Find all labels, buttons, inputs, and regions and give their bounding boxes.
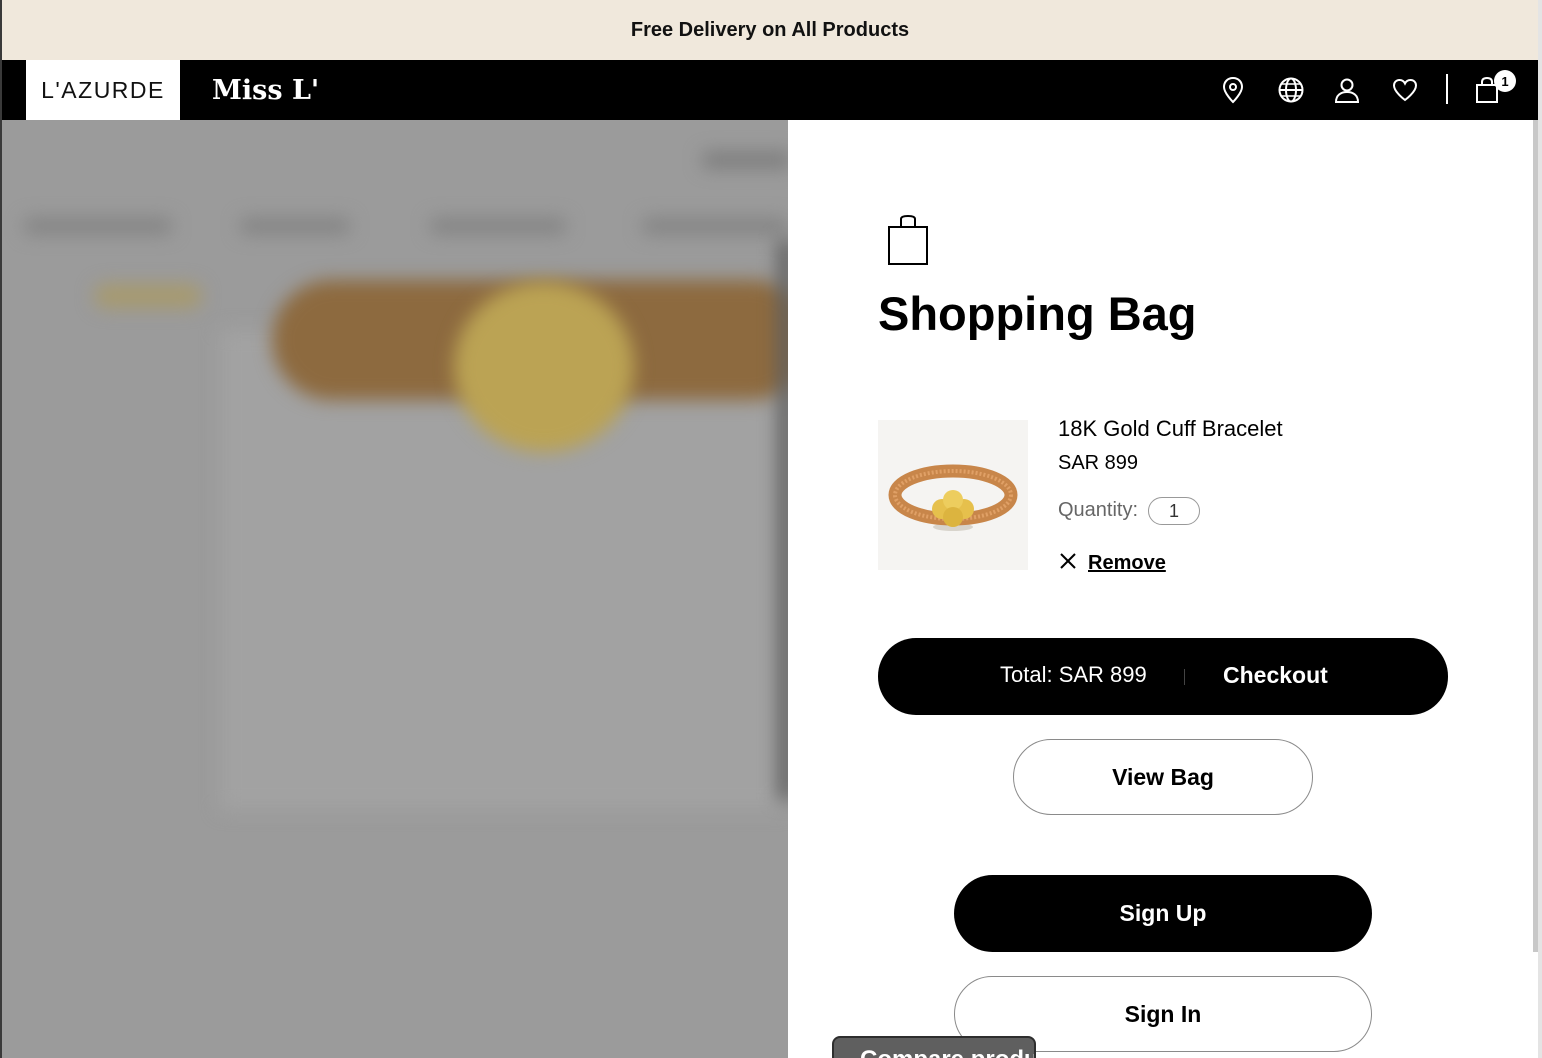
sub-brand-logo-text: Miss L' — [212, 74, 320, 106]
compare-product-label: Compare product — [860, 1046, 1034, 1058]
shopping-bag-icon — [886, 214, 930, 266]
blurred-breadcrumb — [702, 152, 788, 168]
brand-logo[interactable]: L'AZURDE — [26, 60, 180, 120]
location-icon[interactable] — [1217, 74, 1249, 106]
blurred-nav-item — [642, 218, 788, 234]
promo-bar: Free Delivery on All Products — [2, 0, 1538, 60]
product-name[interactable]: 18K Gold Cuff Bracelet — [1058, 416, 1283, 442]
blurred-nav-item — [240, 218, 350, 234]
remove-button[interactable]: Remove — [1058, 551, 1166, 576]
view-bag-button[interactable]: View Bag — [1013, 739, 1313, 815]
heart-icon[interactable] — [1389, 74, 1421, 106]
quantity-field[interactable]: 1 — [1148, 497, 1200, 525]
drawer-scrollbar[interactable] — [1533, 120, 1538, 952]
sign-up-button[interactable]: Sign Up — [954, 875, 1372, 952]
product-image[interactable] — [878, 420, 1028, 570]
page-overlay[interactable] — [2, 120, 788, 1058]
quantity-value: 1 — [1168, 500, 1179, 521]
order-total: Total: SAR 899 — [1000, 662, 1147, 687]
close-icon — [1058, 551, 1078, 576]
blurred-drawer-shadow — [778, 240, 788, 800]
user-icon[interactable] — [1331, 74, 1363, 106]
remove-label: Remove — [1088, 552, 1166, 574]
bracelet-image — [888, 464, 1018, 531]
drawer-title: Shopping Bag — [878, 287, 1197, 340]
sub-brand-logo[interactable]: Miss L' — [212, 72, 319, 108]
sign-in-label: Sign In — [1124, 1000, 1202, 1027]
promo-text: Free Delivery on All Products — [630, 18, 910, 41]
product-price: SAR 899 — [1058, 452, 1139, 474]
quantity-label: Quantity: — [1058, 499, 1139, 521]
cart-count-badge: 1 — [1494, 70, 1516, 92]
globe-icon[interactable] — [1275, 74, 1307, 106]
brand-logo-text: L'AZURDE — [41, 76, 165, 103]
checkout-label: Checkout — [1223, 662, 1328, 688]
blurred-nav-item — [24, 218, 172, 234]
checkout-button[interactable]: Total: SAR 899 Checkout — [878, 638, 1448, 715]
blurred-nav-item — [430, 218, 566, 234]
checkout-divider — [1184, 669, 1185, 685]
view-bag-label: View Bag — [1112, 763, 1214, 790]
compare-product-tab[interactable]: Compare product — [832, 1036, 1036, 1058]
sign-up-label: Sign Up — [1119, 900, 1207, 926]
blurred-product-charm — [454, 282, 634, 452]
site-header: L'AZURDE Miss L' 1 — [2, 60, 1538, 120]
header-divider — [1446, 74, 1448, 104]
blurred-thumbnail — [94, 284, 202, 308]
cart-count: 1 — [1501, 73, 1509, 89]
window-frame-right — [1538, 0, 1542, 1058]
